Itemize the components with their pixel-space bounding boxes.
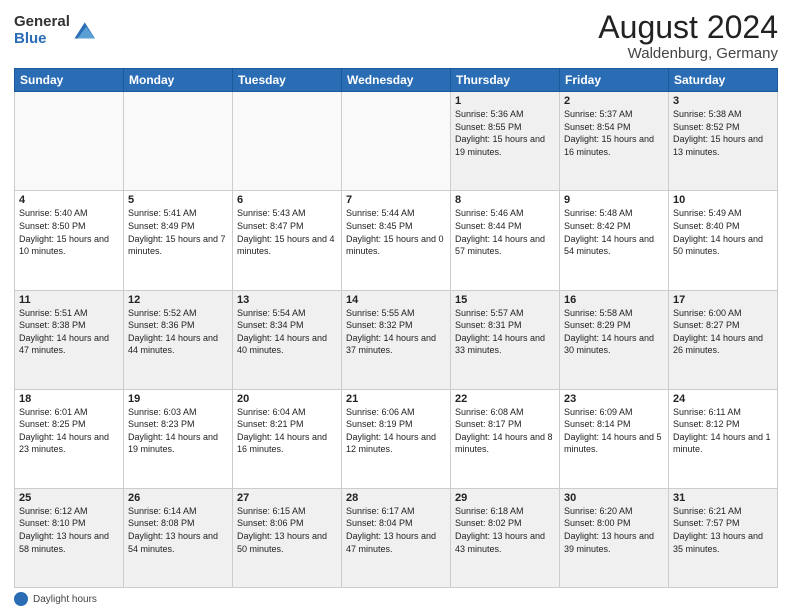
- logo: General Blue: [14, 14, 95, 47]
- table-row: [233, 92, 342, 191]
- table-row: 9Sunrise: 5:48 AM Sunset: 8:42 PM Daylig…: [560, 191, 669, 290]
- table-row: 28Sunrise: 6:17 AM Sunset: 8:04 PM Dayli…: [342, 488, 451, 587]
- table-row: 23Sunrise: 6:09 AM Sunset: 8:14 PM Dayli…: [560, 389, 669, 488]
- table-row: 19Sunrise: 6:03 AM Sunset: 8:23 PM Dayli…: [124, 389, 233, 488]
- page-header: General Blue August 2024 Waldenburg, Ger…: [14, 10, 778, 62]
- table-row: 30Sunrise: 6:20 AM Sunset: 8:00 PM Dayli…: [560, 488, 669, 587]
- col-wednesday: Wednesday: [342, 69, 451, 92]
- table-row: 25Sunrise: 6:12 AM Sunset: 8:10 PM Dayli…: [15, 488, 124, 587]
- table-row: 11Sunrise: 5:51 AM Sunset: 8:38 PM Dayli…: [15, 290, 124, 389]
- table-row: 15Sunrise: 5:57 AM Sunset: 8:31 PM Dayli…: [451, 290, 560, 389]
- logo-icon: [73, 18, 95, 40]
- table-row: 3Sunrise: 5:38 AM Sunset: 8:52 PM Daylig…: [669, 92, 778, 191]
- table-row: 29Sunrise: 6:18 AM Sunset: 8:02 PM Dayli…: [451, 488, 560, 587]
- table-row: 16Sunrise: 5:58 AM Sunset: 8:29 PM Dayli…: [560, 290, 669, 389]
- table-row: [124, 92, 233, 191]
- col-friday: Friday: [560, 69, 669, 92]
- table-row: 22Sunrise: 6:08 AM Sunset: 8:17 PM Dayli…: [451, 389, 560, 488]
- calendar-table: Sunday Monday Tuesday Wednesday Thursday…: [14, 68, 778, 588]
- col-monday: Monday: [124, 69, 233, 92]
- table-row: [15, 92, 124, 191]
- table-row: 2Sunrise: 5:37 AM Sunset: 8:54 PM Daylig…: [560, 92, 669, 191]
- table-row: 26Sunrise: 6:14 AM Sunset: 8:08 PM Dayli…: [124, 488, 233, 587]
- daylight-label: Daylight hours: [33, 594, 97, 605]
- table-row: 24Sunrise: 6:11 AM Sunset: 8:12 PM Dayli…: [669, 389, 778, 488]
- table-row: 12Sunrise: 5:52 AM Sunset: 8:36 PM Dayli…: [124, 290, 233, 389]
- location-subtitle: Waldenburg, Germany: [598, 45, 778, 62]
- table-row: 20Sunrise: 6:04 AM Sunset: 8:21 PM Dayli…: [233, 389, 342, 488]
- daylight-dot: [14, 592, 28, 606]
- table-row: 8Sunrise: 5:46 AM Sunset: 8:44 PM Daylig…: [451, 191, 560, 290]
- col-saturday: Saturday: [669, 69, 778, 92]
- col-tuesday: Tuesday: [233, 69, 342, 92]
- month-year-title: August 2024: [598, 10, 778, 45]
- logo-general-text: General: [14, 14, 70, 31]
- table-row: 18Sunrise: 6:01 AM Sunset: 8:25 PM Dayli…: [15, 389, 124, 488]
- table-row: 1Sunrise: 5:36 AM Sunset: 8:55 PM Daylig…: [451, 92, 560, 191]
- table-row: 6Sunrise: 5:43 AM Sunset: 8:47 PM Daylig…: [233, 191, 342, 290]
- table-row: 13Sunrise: 5:54 AM Sunset: 8:34 PM Dayli…: [233, 290, 342, 389]
- table-row: 27Sunrise: 6:15 AM Sunset: 8:06 PM Dayli…: [233, 488, 342, 587]
- col-thursday: Thursday: [451, 69, 560, 92]
- table-row: 7Sunrise: 5:44 AM Sunset: 8:45 PM Daylig…: [342, 191, 451, 290]
- col-sunday: Sunday: [15, 69, 124, 92]
- logo-blue-text: Blue: [14, 31, 70, 48]
- title-block: August 2024 Waldenburg, Germany: [598, 10, 778, 62]
- table-row: 4Sunrise: 5:40 AM Sunset: 8:50 PM Daylig…: [15, 191, 124, 290]
- footer: Daylight hours: [14, 592, 778, 606]
- table-row: 21Sunrise: 6:06 AM Sunset: 8:19 PM Dayli…: [342, 389, 451, 488]
- table-row: 17Sunrise: 6:00 AM Sunset: 8:27 PM Dayli…: [669, 290, 778, 389]
- table-row: 14Sunrise: 5:55 AM Sunset: 8:32 PM Dayli…: [342, 290, 451, 389]
- table-row: 5Sunrise: 5:41 AM Sunset: 8:49 PM Daylig…: [124, 191, 233, 290]
- table-row: 10Sunrise: 5:49 AM Sunset: 8:40 PM Dayli…: [669, 191, 778, 290]
- table-row: [342, 92, 451, 191]
- table-row: 31Sunrise: 6:21 AM Sunset: 7:57 PM Dayli…: [669, 488, 778, 587]
